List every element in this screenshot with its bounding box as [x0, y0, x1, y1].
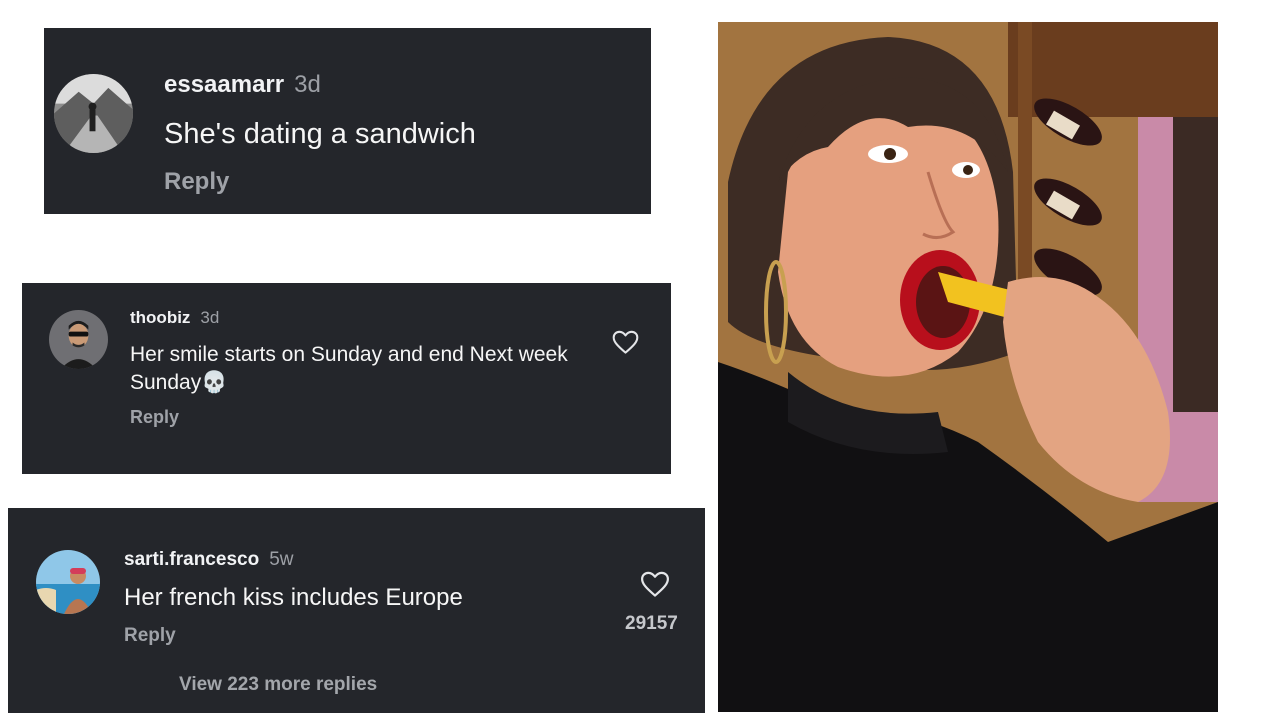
- comment-text: Her french kiss includes Europe: [124, 584, 463, 611]
- comment-card: thoobiz 3d Her smile starts on Sunday and…: [22, 283, 671, 474]
- avatar[interactable]: [36, 550, 100, 614]
- comment-card: essaamarr 3d She's dating a sandwich Repl…: [44, 28, 651, 214]
- comment-age: 3d: [200, 308, 220, 327]
- avatar-cartoon-icon: [49, 310, 108, 369]
- woman-eating-photo: [718, 22, 1218, 712]
- comment-username[interactable]: thoobiz 3d: [130, 308, 219, 328]
- like-count: 29157: [625, 613, 678, 634]
- comment-username[interactable]: essaamarr 3d: [164, 71, 321, 99]
- comment-text: She's dating a sandwich: [164, 118, 476, 150]
- like-heart-icon[interactable]: [612, 330, 639, 355]
- avatar[interactable]: [54, 74, 133, 153]
- reply-button[interactable]: Reply: [164, 168, 229, 196]
- avatar-beach-icon: [36, 550, 100, 614]
- avatar[interactable]: [49, 310, 108, 369]
- comment-card: sarti.francesco 5w Her french kiss includ…: [8, 508, 705, 713]
- reply-button[interactable]: Reply: [130, 407, 179, 428]
- view-more-replies-button[interactable]: View 223 more replies: [179, 674, 377, 696]
- comment-text: Her smile starts on Sunday and end Next …: [130, 343, 568, 394]
- reply-button[interactable]: Reply: [124, 625, 176, 647]
- like-heart-icon[interactable]: [640, 571, 670, 598]
- comment-age: 3d: [294, 71, 321, 98]
- comment-age: 5w: [269, 549, 294, 570]
- avatar-photo-icon: [54, 74, 133, 153]
- comment-username[interactable]: sarti.francesco 5w: [124, 549, 293, 571]
